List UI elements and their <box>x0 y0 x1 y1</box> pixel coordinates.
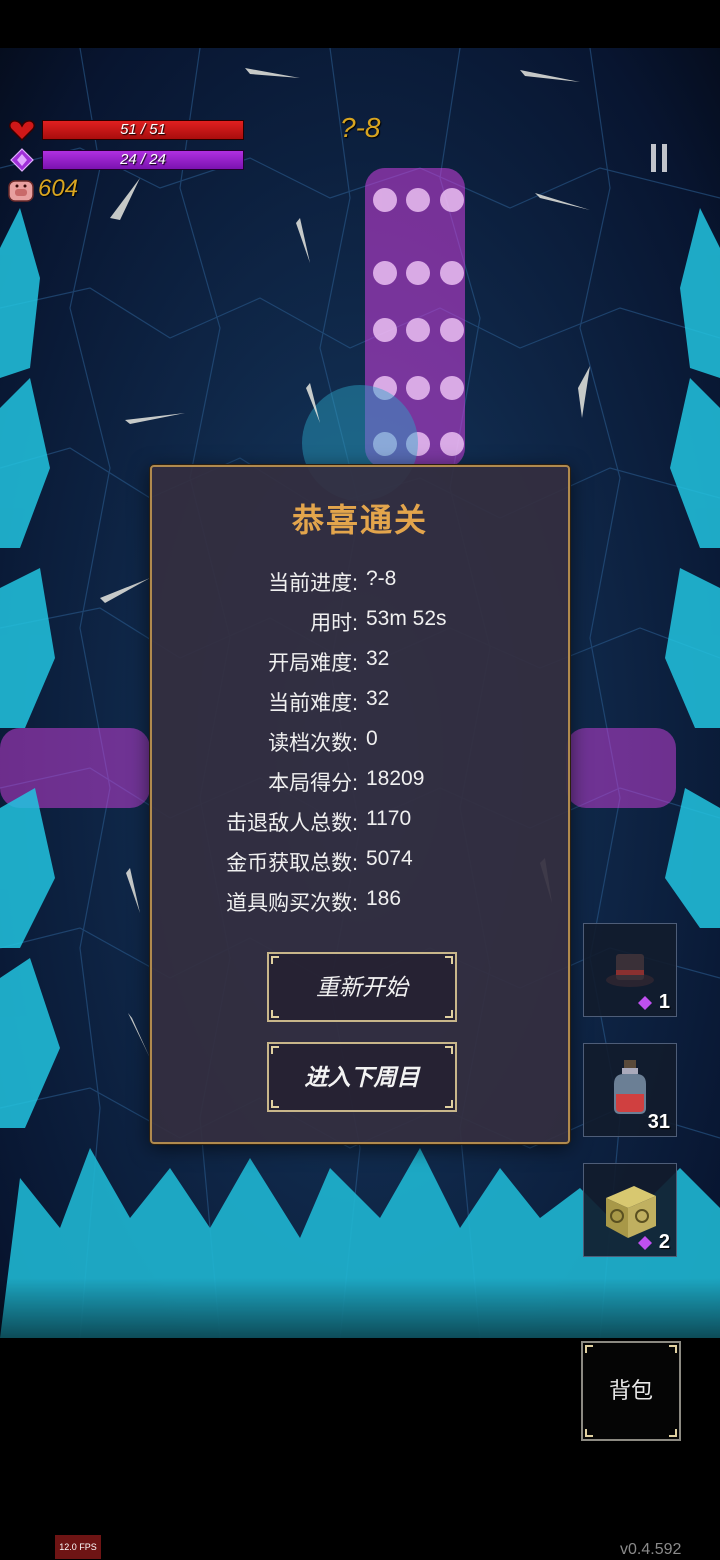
gem-icon <box>10 148 34 172</box>
stat-label: 金币获取总数: <box>226 852 358 875</box>
restart-button[interactable]: 重新开始 <box>267 952 457 1022</box>
stat-row: 金币获取总数: 5074 <box>152 847 568 877</box>
item-count: 1 <box>658 991 670 1013</box>
stat-label: 击退敌人总数: <box>226 812 358 835</box>
stat-value: 5074 <box>366 847 413 870</box>
stat-value: 53m 52s <box>366 607 447 630</box>
item-slot-hat[interactable]: 1 <box>583 923 677 1017</box>
bottom-shadow <box>0 1278 720 1338</box>
stat-row: 本局得分: 18209 <box>152 767 568 797</box>
item-count: 31 <box>647 1111 670 1133</box>
mp-row: 24 / 24 <box>6 148 246 174</box>
stage-clear-dialog: 恭喜通关 当前进度: ?-8 用时: 53m 52s 开局难度: 32 当前难度… <box>150 465 570 1144</box>
version-label: v0.4.592 <box>620 1541 682 1558</box>
stat-value: 18209 <box>366 767 425 790</box>
item-slot-cube[interactable]: 2 <box>583 1163 677 1257</box>
stat-row: 击退敌人总数: 1170 <box>152 807 568 837</box>
stat-value: ?-8 <box>366 567 397 590</box>
gold-amount: 604 <box>38 175 79 202</box>
mp-text: 24 / 24 <box>120 151 166 168</box>
fps-counter: 12.0 FPS <box>55 1535 101 1559</box>
stat-value: 1170 <box>366 807 412 830</box>
stat-value: 32 <box>366 647 390 670</box>
stat-label: 道具购买次数: <box>226 892 358 915</box>
gem-icon <box>638 1236 652 1250</box>
next-cycle-button-label: 进入下周目 <box>304 1064 420 1090</box>
hp-row: 51 / 51 <box>6 118 246 144</box>
item-count: 2 <box>658 1231 670 1253</box>
restart-button-label: 重新开始 <box>316 974 408 1000</box>
game-screen: 51 / 51 24 / 24 604 ?-8 恭喜通关 当前进度: ?-8 用… <box>0 0 720 1560</box>
piggy-bank-icon <box>8 180 34 202</box>
item-slot-potion[interactable]: 31 <box>583 1043 677 1137</box>
pause-button[interactable] <box>648 144 672 174</box>
stat-row: 开局难度: 32 <box>152 647 568 677</box>
stat-label: 开局难度: <box>268 652 358 675</box>
stat-label: 用时: <box>310 612 358 635</box>
stat-value: 32 <box>366 687 390 710</box>
bag-button[interactable]: 背包 <box>581 1341 681 1441</box>
stat-value: 0 <box>366 727 378 750</box>
bag-button-label: 背包 <box>608 1378 653 1403</box>
stat-row: 道具购买次数: 186 <box>152 887 568 917</box>
hp-bar: 51 / 51 <box>42 120 244 140</box>
dialog-title: 恭喜通关 <box>291 502 428 538</box>
next-cycle-button[interactable]: 进入下周目 <box>267 1042 457 1112</box>
stat-label: 本局得分: <box>268 772 358 795</box>
gem-icon <box>638 996 652 1010</box>
stat-row: 用时: 53m 52s <box>152 607 568 637</box>
stat-row: 当前难度: 32 <box>152 687 568 717</box>
stat-label: 当前进度: <box>268 572 358 595</box>
heart-icon <box>9 120 35 142</box>
mp-bar: 24 / 24 <box>42 150 244 170</box>
hp-text: 51 / 51 <box>120 121 166 138</box>
stat-label: 读档次数: <box>268 732 358 755</box>
stat-label: 当前难度: <box>268 692 358 715</box>
level-label: ?-8 <box>340 112 381 143</box>
stat-row: 读档次数: 0 <box>152 727 568 757</box>
stat-value: 186 <box>366 887 402 910</box>
stat-row: 当前进度: ?-8 <box>152 567 568 597</box>
